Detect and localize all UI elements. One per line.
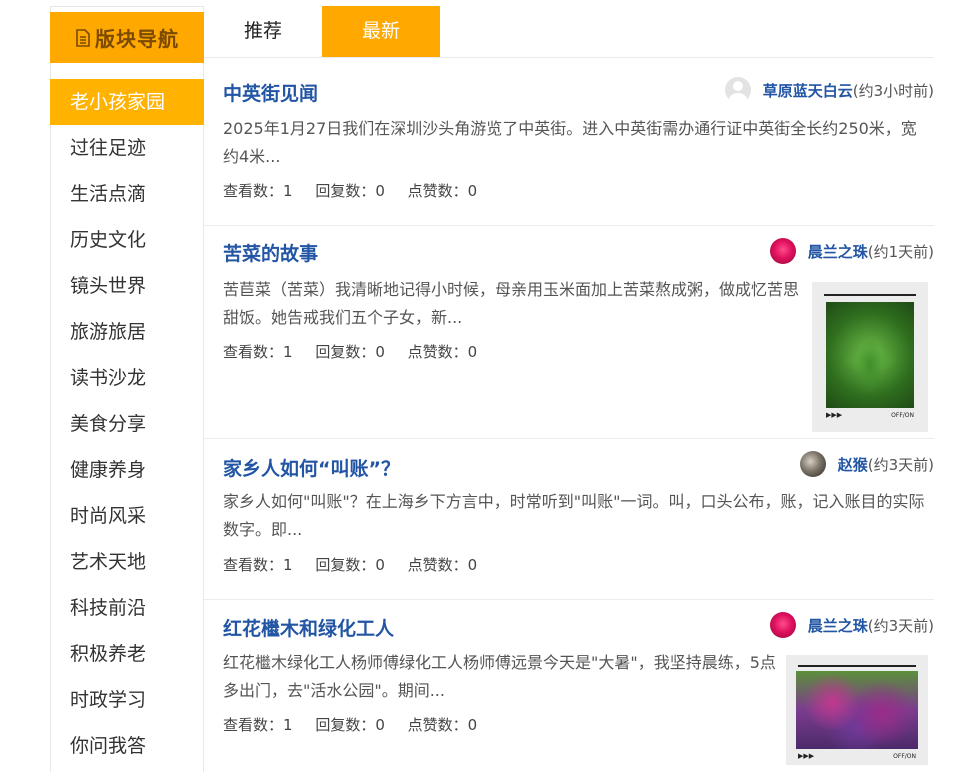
- photo-avatar-icon[interactable]: [799, 451, 826, 477]
- post-thumbnail[interactable]: ▶▶▶ OFF/ON: [812, 282, 928, 432]
- reply-count: 回复数：0: [315, 716, 385, 734]
- document-icon: [76, 28, 90, 47]
- post-item: 苦菜的故事 晨兰之珠 (约1天前) 苦苣菜（苦菜）我清晰地记得小时候，母亲用玉米…: [204, 226, 934, 439]
- like-count: 点赞数：0: [407, 716, 478, 734]
- post-time: (约3天前): [867, 616, 934, 635]
- view-count: 查看数：1: [223, 556, 293, 574]
- post-title[interactable]: 家乡人如何“叫账”？: [223, 454, 400, 481]
- view-count: 查看数：1: [223, 182, 293, 200]
- sidebar-item-history-culture[interactable]: 历史文化: [51, 217, 203, 263]
- rose-avatar-icon[interactable]: [769, 238, 796, 264]
- post-author: 草原蓝天白云 (约3小时前): [724, 77, 934, 103]
- reply-count: 回复数：0: [315, 182, 385, 200]
- post-author: 晨兰之珠 (约3天前): [769, 612, 934, 638]
- post-item: 家乡人如何“叫账”？ 赵猴 (约3天前) 家乡人如何"叫账"？在上海乡下方言中，…: [204, 439, 934, 600]
- post-item: 中英街见闻 草原蓝天白云 (约3小时前) 2025年1月27日我们在深圳沙头角游…: [204, 58, 934, 226]
- sidebar-item-qa[interactable]: 你问我答: [51, 723, 203, 769]
- thumbnail-frame-bar: [824, 294, 916, 296]
- thumbnail-frame-bar: [798, 665, 916, 667]
- post-author: 晨兰之珠 (约1天前): [769, 238, 934, 264]
- post-excerpt: 家乡人如何"叫账"？在上海乡下方言中，时常听到"叫账"一词。叫，口头公布，账，记…: [223, 492, 925, 539]
- sidebar-item-laoxiaohai-home[interactable]: 老小孩家园: [50, 79, 204, 125]
- post-item: 红花檵木和绿化工人 晨兰之珠 (约3天前) 红花檵木绿化工人杨师傅绿化工人杨师傅…: [204, 600, 934, 772]
- sidebar-header-title: 版块导航: [95, 27, 179, 51]
- feed-tabs: 推荐 最新: [204, 6, 934, 58]
- post-stats: 查看数：1 回复数：0 点赞数：0: [223, 180, 495, 201]
- author-name[interactable]: 草原蓝天白云: [763, 80, 853, 101]
- post-thumbnail[interactable]: ▶▶▶ OFF/ON: [786, 655, 928, 765]
- thumbnail-caption: OFF/ON: [893, 753, 916, 760]
- post-title[interactable]: 红花檵木和绿化工人: [223, 614, 394, 641]
- sidebar-item-lens-world[interactable]: 镜头世界: [51, 263, 203, 309]
- sidebar-item-active-aging[interactable]: 积极养老: [51, 631, 203, 677]
- sidebar-item-food-sharing[interactable]: 美食分享: [51, 401, 203, 447]
- sidebar-item-art[interactable]: 艺术天地: [51, 539, 203, 585]
- post-time: (约3天前): [867, 455, 934, 474]
- post-excerpt: 2025年1月27日我们在深圳沙头角游览了中英街。进入中英街需办通行证中英街全长…: [223, 119, 917, 166]
- plant-photo-image: [826, 302, 914, 408]
- reply-count: 回复数：0: [315, 343, 385, 361]
- like-count: 点赞数：0: [407, 556, 478, 574]
- play-icon: ▶▶▶: [798, 752, 815, 760]
- default-avatar-icon[interactable]: [724, 77, 751, 103]
- post-time: (约1天前): [867, 242, 934, 261]
- flower-bush-photo-image: [796, 671, 918, 749]
- post-stats: 查看数：1 回复数：0 点赞数：0: [223, 554, 495, 575]
- sidebar-item-life-bits[interactable]: 生活点滴: [51, 171, 203, 217]
- post-excerpt: 红花檵木绿化工人杨师傅绿化工人杨师傅远景今天是"大暑"，我坚持晨练，5点多出门，…: [223, 653, 776, 700]
- post-title[interactable]: 中英街见闻: [223, 79, 318, 106]
- author-name[interactable]: 晨兰之珠: [808, 615, 868, 636]
- sidebar-item-fashion[interactable]: 时尚风采: [51, 493, 203, 539]
- like-count: 点赞数：0: [407, 343, 478, 361]
- sidebar-item-tech[interactable]: 科技前沿: [51, 585, 203, 631]
- sidebar-item-past-footprints[interactable]: 过往足迹: [51, 125, 203, 171]
- sidebar-item-reading-salon[interactable]: 读书沙龙: [51, 355, 203, 401]
- sidebar-item-travel[interactable]: 旅游旅居: [51, 309, 203, 355]
- tab-recommend[interactable]: 推荐: [204, 6, 322, 57]
- author-name[interactable]: 赵猴: [838, 454, 868, 475]
- sidebar-item-politics-study[interactable]: 时政学习: [51, 677, 203, 723]
- post-title[interactable]: 苦菜的故事: [223, 239, 318, 266]
- like-count: 点赞数：0: [407, 182, 478, 200]
- view-count: 查看数：1: [223, 716, 293, 734]
- post-stats: 查看数：1 回复数：0 点赞数：0: [223, 714, 495, 735]
- post-time: (约3小时前): [852, 81, 934, 100]
- view-count: 查看数：1: [223, 343, 293, 361]
- sidebar-nav: 版块导航 老小孩家园 过往足迹 生活点滴 历史文化 镜头世界 旅游旅居 读书沙龙…: [50, 6, 204, 772]
- sidebar-item-health[interactable]: 健康养身: [51, 447, 203, 493]
- sidebar-header: 版块导航: [50, 12, 204, 63]
- post-author: 赵猴 (约3天前): [799, 451, 934, 477]
- rose-avatar-icon[interactable]: [769, 612, 796, 638]
- thumbnail-caption: OFF/ON: [891, 412, 914, 419]
- author-name[interactable]: 晨兰之珠: [808, 241, 868, 262]
- sidebar-list: 老小孩家园 过往足迹 生活点滴 历史文化 镜头世界 旅游旅居 读书沙龙 美食分享…: [50, 79, 204, 769]
- reply-count: 回复数：0: [315, 556, 385, 574]
- play-icon: ▶▶▶: [826, 411, 843, 419]
- post-excerpt: 苦苣菜（苦菜）我清晰地记得小时候，母亲用玉米面加上苦菜熬成粥，做成忆苦思甜饭。她…: [223, 280, 800, 327]
- tab-latest[interactable]: 最新: [322, 6, 440, 57]
- post-stats: 查看数：1 回复数：0 点赞数：0: [223, 341, 495, 362]
